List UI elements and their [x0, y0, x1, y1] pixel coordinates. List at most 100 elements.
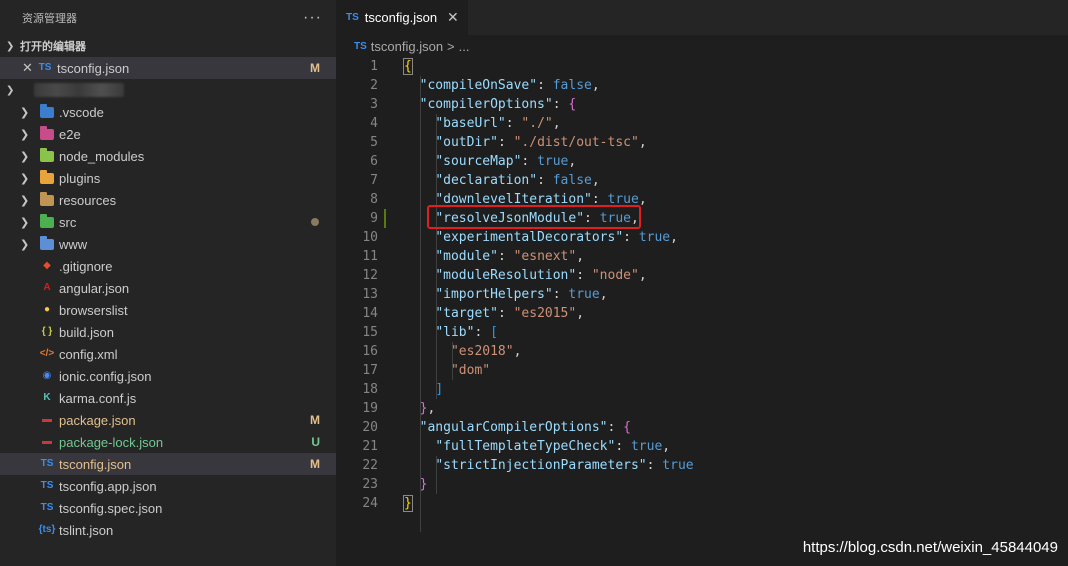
open-editor-label: tsconfig.json	[57, 60, 130, 76]
code-token: "compilerOptions"	[419, 97, 553, 112]
file-item-tslint-json[interactable]: {ts} tslint.json	[0, 519, 336, 541]
file-item-ionic-config-json[interactable]: ◉ ionic.config.json	[0, 365, 336, 387]
line-text: ]	[404, 380, 443, 399]
code-token: ]	[435, 382, 444, 397]
code-token: ,	[552, 116, 561, 131]
code-token: :	[537, 78, 553, 93]
code-token: ,	[591, 78, 600, 93]
file-item-gitignore[interactable]: ◆ .gitignore	[0, 255, 336, 277]
file-item-build-json[interactable]: { } build.json	[0, 321, 336, 343]
file-item-karma-conf-js[interactable]: Kkarma.conf.js	[0, 387, 336, 409]
code-token: }	[419, 477, 428, 492]
tsconfig-icon: TS	[38, 62, 52, 73]
code-token: :	[537, 173, 553, 188]
code-token: {	[403, 58, 413, 75]
file-item-config-xml[interactable]: </> config.xml	[0, 343, 336, 365]
code-token: ,	[638, 135, 647, 150]
file-item-browserslist[interactable]: ● browserslist	[0, 299, 336, 321]
code-token: :	[474, 325, 491, 340]
breadcrumb-rest[interactable]: ...	[459, 39, 470, 54]
folder-item-e2e[interactable]: ❯ e2e	[0, 123, 336, 145]
folder-item-vscode[interactable]: ❯ .vscode	[0, 101, 336, 123]
folder-item-resources[interactable]: ❯ resources	[0, 189, 336, 211]
folder-item-plugins[interactable]: ❯ plugins	[0, 167, 336, 189]
tab-bar: TS tsconfig.json ✕	[336, 0, 1068, 35]
karma-icon: K	[43, 392, 51, 403]
line-text: "target": "es2015",	[404, 304, 584, 323]
code-token: "sourceMap"	[435, 154, 522, 169]
more-actions-icon[interactable]: ···	[303, 9, 322, 27]
line-text: "angularCompilerOptions": {	[404, 418, 631, 437]
code-token: :	[521, 154, 538, 169]
file-tree: ❯ .vscode ❯ e2e ❯ node_modules ❯ plugins ❯ resour…	[0, 101, 336, 541]
folder-item-src[interactable]: ❯ src	[0, 211, 336, 233]
folder-item-www[interactable]: ❯ www	[0, 233, 336, 255]
tree-item-label: package-lock.json	[59, 434, 164, 450]
workspace-root-folder[interactable]: ❯	[0, 79, 336, 101]
close-icon[interactable]: ✕	[22, 60, 36, 76]
code-token: :	[497, 249, 514, 264]
file-item-angular-json[interactable]: Aangular.json	[0, 277, 336, 299]
open-editor-item-tsconfig[interactable]: ✕ TS tsconfig.json M	[0, 57, 336, 79]
code-token: :	[497, 306, 514, 321]
close-icon[interactable]: ✕	[447, 9, 459, 26]
line-text: "experimentalDecorators": true,	[404, 228, 678, 247]
line-number: 14	[362, 306, 378, 321]
code-line: 20 "angularCompilerOptions": {	[336, 418, 1068, 437]
breadcrumb: TS tsconfig.json > ...	[336, 35, 1068, 57]
tree-item-label: src	[59, 214, 77, 230]
code-line: 11 "module": "esnext",	[336, 247, 1068, 266]
line-text: "baseUrl": "./",	[404, 114, 561, 133]
folder-item-node-modules[interactable]: ❯ node_modules	[0, 145, 336, 167]
blurred-project-name	[34, 83, 124, 97]
code-token: "strictInjectionParameters"	[435, 458, 647, 473]
code-token: :	[607, 420, 624, 435]
line-number: 21	[362, 439, 378, 454]
code-token: "baseUrl"	[435, 116, 506, 131]
line-number: 4	[370, 116, 378, 131]
open-editors-header[interactable]: ❯ 打开的编辑器	[0, 35, 336, 57]
folder-icon	[40, 235, 54, 250]
code-token: ,	[513, 344, 522, 359]
code-token: "module"	[435, 249, 498, 264]
tab-tsconfig-json[interactable]: TS tsconfig.json ✕	[336, 0, 468, 35]
code-token: false	[552, 78, 592, 93]
line-text: "declaration": false,	[404, 171, 599, 190]
line-number: 23	[362, 477, 378, 492]
code-token: {	[568, 97, 577, 112]
folder-icon	[40, 103, 54, 118]
code-line: 17 "dom"	[336, 361, 1068, 380]
code-token: "es2015"	[513, 306, 577, 321]
line-number: 3	[370, 97, 378, 112]
line-text: "fullTemplateTypeCheck": true,	[404, 437, 670, 456]
file-item-package-json[interactable]: ▬ package.json M	[0, 409, 336, 431]
code-line: 1{	[336, 57, 1068, 76]
chevron-right-icon: ❯	[20, 238, 30, 251]
breadcrumb-file[interactable]: tsconfig.json	[371, 39, 443, 54]
file-item-package-lock-json[interactable]: ▬ package-lock.json U	[0, 431, 336, 453]
tree-item-label: node_modules	[59, 148, 145, 164]
line-number: 16	[362, 344, 378, 359]
code-token: :	[623, 230, 639, 245]
file-item-tsconfig-app-json[interactable]: TS tsconfig.app.json	[0, 475, 336, 497]
code-token: "lib"	[435, 325, 475, 340]
code-token: [	[490, 325, 498, 340]
line-number: 5	[370, 135, 378, 150]
breadcrumb-separator: >	[447, 38, 455, 54]
chevron-down-icon: ❯	[6, 84, 15, 96]
code-token: :	[615, 439, 631, 454]
code-editor[interactable]: 1{2 "compileOnSave": false, 3 "compilerOp…	[336, 57, 1068, 532]
code-line: 19 },	[336, 399, 1068, 418]
line-number: 15	[362, 325, 378, 340]
line-text: "moduleResolution": "node",	[404, 266, 646, 285]
tsconfig-icon: TS	[40, 480, 54, 491]
file-item-tsconfig-json[interactable]: TS tsconfig.json M	[0, 453, 336, 475]
file-item-tsconfig-spec-json[interactable]: TS tsconfig.spec.json	[0, 497, 336, 519]
